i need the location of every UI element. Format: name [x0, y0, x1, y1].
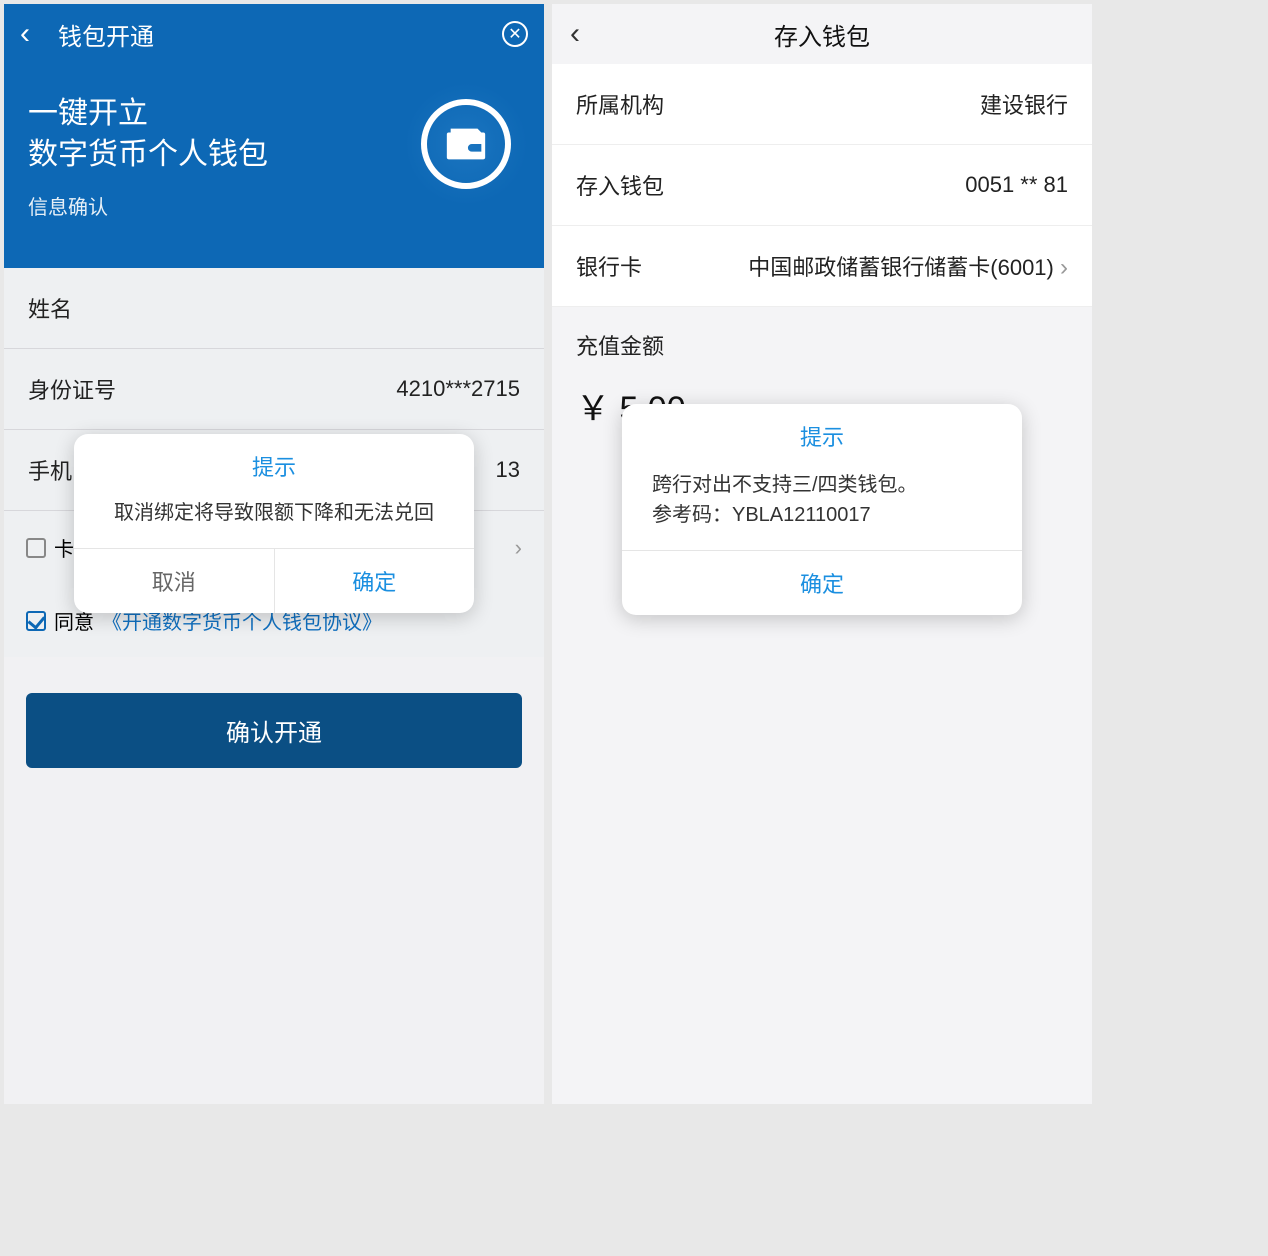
dialog-cancel-button[interactable]: 取消 — [74, 549, 274, 613]
checkbox-agree[interactable] — [26, 611, 46, 631]
screen-deposit: ‹ 存入钱包 所属机构 建设银行 存入钱包 0051 ** 81 银行卡 中国邮… — [552, 4, 1092, 1104]
hero-banner: 一键开立 数字货币个人钱包 信息确认 — [4, 64, 544, 268]
bankcard-label: 银行卡 — [576, 250, 642, 282]
close-icon[interactable]: ✕ — [502, 21, 528, 47]
row-org: 所属机构 建设银行 — [552, 64, 1092, 145]
right-header: ‹ 存入钱包 — [552, 4, 1092, 64]
bankcard-value: 中国邮政储蓄银行储蓄卡(6001) — [748, 255, 1054, 280]
chevron-right-icon: › — [515, 535, 522, 561]
field-name[interactable]: 姓名 — [4, 268, 544, 349]
dialog-body: 取消绑定将导致限额下降和无法兑回 — [74, 492, 474, 548]
field-id[interactable]: 身份证号 4210***2715 — [4, 349, 544, 430]
dialog-title: 提示 — [622, 404, 1022, 462]
deposit-list: 所属机构 建设银行 存入钱包 0051 ** 81 银行卡 中国邮政储蓄银行储蓄… — [552, 64, 1092, 307]
checkbox-bind-card[interactable] — [26, 538, 46, 558]
wallet-label: 存入钱包 — [576, 169, 664, 201]
org-label: 所属机构 — [576, 88, 664, 120]
dialog-buttons: 确定 — [622, 550, 1022, 615]
dialog-body-line2: 参考码：YBLA12110017 — [652, 500, 992, 530]
dialog-ok-button[interactable]: 确定 — [622, 551, 1022, 615]
field-name-label: 姓名 — [28, 292, 72, 324]
wallet-value: 0051 ** 81 — [965, 172, 1068, 198]
back-icon[interactable]: ‹ — [570, 17, 580, 51]
dialog-body: 跨行对出不支持三/四类钱包。 参考码：YBLA12110017 — [622, 462, 1022, 550]
dialog-title: 提示 — [74, 434, 474, 492]
field-id-value: 4210***2715 — [396, 376, 520, 402]
dialog-ok-button[interactable]: 确定 — [274, 549, 475, 613]
org-value: 建设银行 — [980, 88, 1068, 120]
dialog-tip: 提示 取消绑定将导致限额下降和无法兑回 取消 确定 — [74, 434, 474, 613]
field-phone-label: 手机 — [28, 454, 72, 486]
confirm-open-button[interactable]: 确认开通 — [26, 693, 522, 768]
row-bankcard[interactable]: 银行卡 中国邮政储蓄银行储蓄卡(6001) › — [552, 226, 1092, 307]
field-id-label: 身份证号 — [28, 373, 116, 405]
left-header: ‹ 钱包开通 ✕ — [4, 4, 544, 64]
dialog-buttons: 取消 确定 — [74, 548, 474, 613]
row-wallet[interactable]: 存入钱包 0051 ** 81 — [552, 145, 1092, 226]
page-title: 钱包开通 — [58, 17, 502, 52]
dialog-tip: 提示 跨行对出不支持三/四类钱包。 参考码：YBLA12110017 确定 — [622, 404, 1022, 615]
back-icon[interactable]: ‹ — [20, 17, 46, 51]
screen-wallet-open: ‹ 钱包开通 ✕ 一键开立 数字货币个人钱包 信息确认 姓名 身份证号 4210… — [4, 4, 544, 1104]
dialog-body-line1: 跨行对出不支持三/四类钱包。 — [652, 470, 992, 500]
chevron-right-icon: › — [1060, 254, 1068, 281]
page-title: 存入钱包 — [774, 17, 870, 52]
wallet-icon — [406, 84, 526, 204]
field-phone-value: 13 — [496, 457, 520, 483]
amount-label: 充值金额 — [552, 307, 1092, 371]
